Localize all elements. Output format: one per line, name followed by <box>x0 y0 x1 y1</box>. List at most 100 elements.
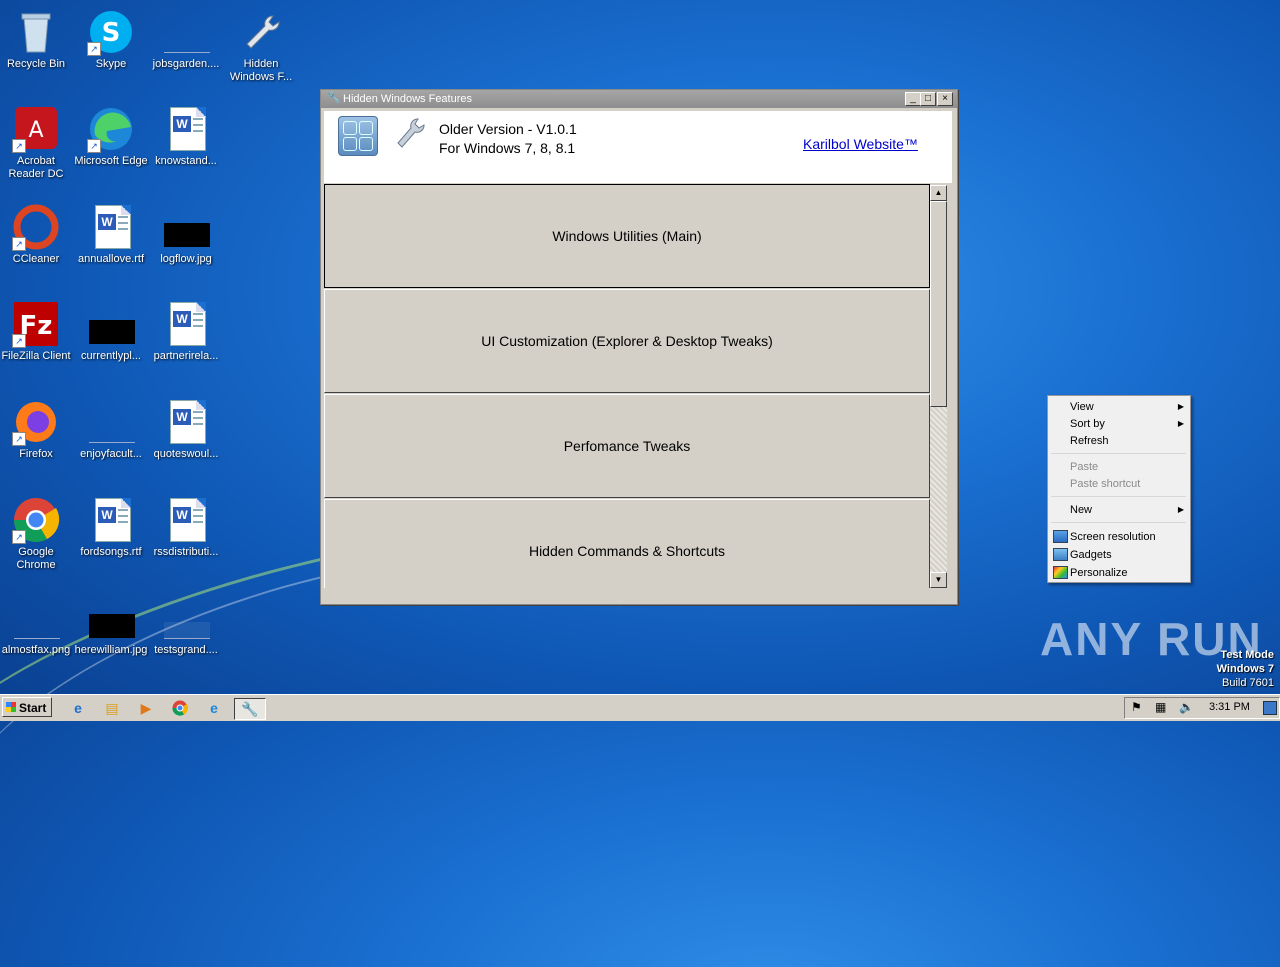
menu-item-personalize[interactable]: Personalize <box>1070 567 1127 580</box>
submenu-arrow-icon: ▶ <box>1177 505 1184 514</box>
ccleaner-icon: ↗ <box>12 203 60 251</box>
volume-icon[interactable]: 🔈 <box>1179 700 1194 714</box>
hidden-windows-features-taskbar-button[interactable]: 🔧 <box>234 698 266 720</box>
menu-item-gadgets[interactable]: Gadgets <box>1070 549 1112 562</box>
desktop-icon-acrobat[interactable]: A ↗ Acrobat Reader DC <box>0 105 74 181</box>
menu-item-paste-shortcut[interactable]: Paste shortcut <box>1070 478 1140 491</box>
shortcut-arrow-icon: ↗ <box>12 237 26 251</box>
menu-separator <box>1051 522 1186 523</box>
desktop-icon-rssdistributi[interactable]: W rssdistributi... <box>148 496 224 559</box>
menu-item-refresh[interactable]: Refresh <box>1070 435 1109 448</box>
window-title: Hidden Windows Features <box>343 93 473 105</box>
desktop-icon-firefox[interactable]: ↗ Firefox <box>0 398 74 461</box>
version-text: Older Version - V1.0.1 <box>439 121 577 137</box>
svg-text:A: A <box>28 118 43 143</box>
desktop-icon-filezilla[interactable]: Fz ↗ FileZilla Client <box>0 300 74 363</box>
gadgets-icon <box>1053 548 1068 561</box>
system-tray: ⚑ ▦ 🔈 3:31 PM <box>1124 697 1280 719</box>
menu-separator <box>1051 496 1186 497</box>
window-titlebar[interactable]: 🔧 Hidden Windows Features _ □ × <box>321 90 957 108</box>
desktop-icon-fordsongs[interactable]: W fordsongs.rtf <box>73 496 149 559</box>
network-icon[interactable]: ▦ <box>1155 700 1166 714</box>
clock[interactable]: 3:31 PM <box>1209 701 1250 713</box>
desktop-icon-testsgrand[interactable]: testsgrand.... <box>148 594 224 657</box>
start-button[interactable]: Start <box>2 697 52 717</box>
personalize-icon <box>1053 566 1068 579</box>
image-file-icon <box>12 594 60 642</box>
hidden-windows-features-window: 🔧 Hidden Windows Features _ □ × Older Ve… <box>320 89 958 605</box>
scrollbar-thumb[interactable] <box>930 201 947 407</box>
chrome-taskbar-icon[interactable] <box>170 698 190 718</box>
desktop-icon-recycle-bin[interactable]: Recycle Bin <box>0 8 74 71</box>
app-header: Older Version - V1.0.1 For Windows 7, 8,… <box>324 111 952 183</box>
desktop-icon-herewilliam[interactable]: herewilliam.jpg <box>73 594 149 657</box>
shortcut-arrow-icon: ↗ <box>12 334 26 348</box>
show-desktop-icon[interactable] <box>1263 701 1277 715</box>
desktop-icon-annuallove[interactable]: W annuallove.rtf <box>73 203 149 266</box>
test-mode-watermark: Test Mode Windows 7 Build 7601 <box>1216 649 1274 689</box>
feature-button-list: Windows Utilities (Main) UI Customizatio… <box>324 184 930 588</box>
minimize-button[interactable]: _ <box>905 92 921 106</box>
word-document-icon: W <box>162 300 210 348</box>
desktop-icon-quoteswoul[interactable]: W quoteswoul... <box>148 398 224 461</box>
scroll-up-button[interactable]: ▲ <box>930 185 947 201</box>
desktop-icon-partnerirela[interactable]: W partnerirela... <box>148 300 224 363</box>
skype-icon: S ↗ <box>87 8 135 56</box>
menu-item-new[interactable]: New <box>1070 504 1092 517</box>
internet-explorer-icon[interactable]: e <box>68 698 88 718</box>
menu-item-view[interactable]: View <box>1070 401 1094 414</box>
menu-separator <box>1051 453 1186 454</box>
submenu-arrow-icon: ▶ <box>1177 402 1184 411</box>
image-file-icon <box>162 8 210 56</box>
compatibility-text: For Windows 7, 8, 8.1 <box>439 140 576 156</box>
shortcut-arrow-icon: ↗ <box>12 432 26 446</box>
desktop-icon-currentlypl[interactable]: currentlypl... <box>73 300 149 363</box>
word-document-icon: W <box>87 203 135 251</box>
hidden-commands-button[interactable]: Hidden Commands & Shortcuts <box>324 499 930 588</box>
submenu-arrow-icon: ▶ <box>1177 419 1184 428</box>
desktop-icon-jobsgarden[interactable]: jobsgarden.... <box>148 8 224 71</box>
media-player-icon[interactable]: ▶ <box>136 698 156 718</box>
ui-customization-button[interactable]: UI Customization (Explorer & Desktop Twe… <box>324 289 930 393</box>
file-explorer-icon[interactable]: ▤ <box>102 698 122 718</box>
desktop-context-menu: View ▶ Sort by ▶ Refresh Paste Paste sho… <box>1047 395 1191 583</box>
windows-logo-icon <box>6 702 16 712</box>
shortcut-arrow-icon: ↗ <box>12 530 26 544</box>
desktop-icon-chrome[interactable]: ↗ Google Chrome <box>0 496 74 572</box>
desktop-icon-almostfax[interactable]: almostfax.png <box>0 594 74 657</box>
performance-tweaks-button[interactable]: Perfomance Tweaks <box>324 394 930 498</box>
desktop-icon-enjoyfacult[interactable]: enjoyfacult... <box>73 398 149 461</box>
close-button[interactable]: × <box>937 92 953 106</box>
maximize-button[interactable]: □ <box>920 92 936 106</box>
acrobat-icon: A ↗ <box>12 105 60 153</box>
shortcut-arrow-icon: ↗ <box>87 42 101 56</box>
desktop-icon-logflow[interactable]: logflow.jpg <box>148 203 224 266</box>
image-file-icon <box>162 203 210 251</box>
image-file-icon <box>87 300 135 348</box>
image-file-icon <box>162 594 210 642</box>
desktop-icon-ccleaner[interactable]: ↗ CCleaner <box>0 203 74 266</box>
image-file-icon <box>87 594 135 642</box>
scroll-down-button[interactable]: ▼ <box>930 572 947 588</box>
website-link[interactable]: Karilbol Website™ <box>803 136 918 152</box>
edge-taskbar-icon[interactable]: e <box>204 698 224 718</box>
wrench-icon: 🔧 <box>327 92 341 104</box>
menu-item-paste[interactable]: Paste <box>1070 461 1098 474</box>
shortcut-arrow-icon: ↗ <box>87 139 101 153</box>
screen-resolution-icon <box>1053 530 1068 543</box>
desktop-icon-skype[interactable]: S ↗ Skype <box>73 8 149 71</box>
desktop-icon-knowstand[interactable]: W knowstand... <box>148 105 224 168</box>
menu-item-sort-by[interactable]: Sort by <box>1070 418 1105 431</box>
vertical-scrollbar[interactable]: ▲ ▼ <box>930 185 947 588</box>
image-file-icon <box>87 398 135 446</box>
menu-item-screen-resolution[interactable]: Screen resolution <box>1070 531 1156 544</box>
desktop-icon-edge[interactable]: ↗ Microsoft Edge <box>73 105 149 168</box>
app-logo-icon <box>338 116 378 156</box>
recycle-bin-icon <box>12 8 60 56</box>
desktop-icon-hidden-windows-features[interactable]: Hidden Windows F... <box>223 8 299 84</box>
firefox-icon: ↗ <box>12 398 60 446</box>
action-center-flag-icon[interactable]: ⚑ <box>1131 700 1142 714</box>
windows-utilities-button[interactable]: Windows Utilities (Main) <box>324 184 930 288</box>
shortcut-arrow-icon: ↗ <box>12 139 26 153</box>
word-document-icon: W <box>87 496 135 544</box>
